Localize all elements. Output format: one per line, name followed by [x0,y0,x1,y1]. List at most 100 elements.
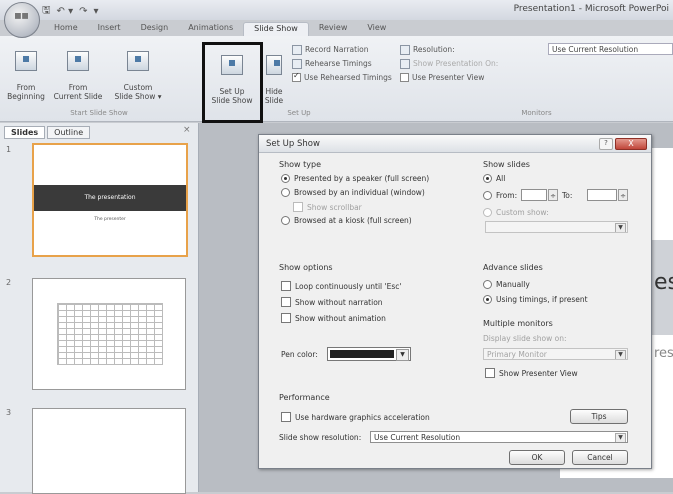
start-group-label: Start Slide Show [70,109,128,117]
advance-slides-heading: Advance slides [483,263,543,272]
hardware-acceleration-checkbox[interactable] [281,412,291,422]
setup-small-buttons: Record Narration Rehearse Timings Use Re… [292,44,392,83]
custom-show-dropdown[interactable]: ▼ [485,221,628,233]
use-rehearsed-check[interactable] [292,71,301,82]
slide-number: 2 [6,278,12,287]
all-slides-radio[interactable] [483,174,492,183]
no-narration-checkbox[interactable] [281,297,291,307]
show-scrollbar-checkbox[interactable] [293,202,303,212]
customize-qat-icon[interactable]: ▾ [94,6,99,17]
dialog-title-bar: Set Up Show ? X [259,135,651,153]
hide-slide-button[interactable]: Hide Slide [262,46,286,105]
resolution-dropdown[interactable]: Use Current Resolution [548,43,673,55]
record-narration-button[interactable]: Record Narration [292,44,392,55]
all-slides-label: All [496,174,506,183]
close-icon[interactable]: X [615,138,647,150]
slide-text-fragment: res [654,346,673,361]
tab-slide-show[interactable]: Slide Show [243,22,309,36]
use-presenter-view-checkbox[interactable]: Use Presenter View [400,72,498,83]
custom-show-radio[interactable] [483,208,492,217]
dialog-title: Set Up Show [266,139,320,149]
office-button[interactable] [4,2,40,38]
slide-thumbnail-1[interactable]: The presentation The presenter [32,143,188,257]
tips-button[interactable]: Tips [570,409,628,424]
microphone-icon [292,44,302,55]
window-title: Presentation1 - Microsoft PowerPoi [513,4,669,14]
undo-icon[interactable]: ↶ ▾ [57,6,74,17]
using-timings-option[interactable]: Using timings, if present [483,295,588,304]
tab-insert[interactable]: Insert [88,22,131,36]
presented-by-speaker-option[interactable]: Presented by a speaker (full screen) [281,174,429,183]
loop-checkbox[interactable] [281,281,291,291]
browsed-at-kiosk-option[interactable]: Browsed at a kiosk (full screen) [281,216,412,225]
tab-animations[interactable]: Animations [178,22,243,36]
manually-option[interactable]: Manually [483,280,530,289]
use-rehearsed-timings-checkbox[interactable]: Use Rehearsed Timings [292,71,392,83]
resolution-label: Resolution: [413,45,455,54]
tab-design[interactable]: Design [131,22,179,36]
browsed-by-individual-option[interactable]: Browsed by an individual (window) [281,188,425,197]
resolution-row: Slide show resolution: [279,433,361,442]
tab-view[interactable]: View [357,22,396,36]
show-scrollbar-option[interactable]: Show scrollbar [293,202,362,212]
all-slides-option[interactable]: All [483,174,505,183]
help-icon[interactable]: ? [599,138,613,150]
show-presenter-view-checkbox[interactable] [485,368,495,378]
slide1-subtitle: The presenter [94,217,126,222]
manually-radio[interactable] [483,280,492,289]
presented-radio[interactable] [281,174,290,183]
to-slide-input[interactable] [587,189,617,201]
tab-home[interactable]: Home [44,22,88,36]
redo-icon[interactable]: ↷ [79,6,87,17]
no-narration-option[interactable]: Show without narration [281,297,383,307]
cancel-button[interactable]: Cancel [572,450,628,465]
no-animation-checkbox[interactable] [281,313,291,323]
from-beginning-button[interactable]: From Beginning [4,42,48,101]
ok-button[interactable]: OK [509,450,565,465]
display-on-label: Display slide show on: [483,334,567,343]
hardware-acceleration-label: Use hardware graphics acceleration [295,412,430,422]
monitor-dropdown[interactable]: Primary Monitor ▼ [483,348,628,360]
custom-show-option[interactable]: Custom show: [483,208,549,217]
from-current-slide-button[interactable]: From Current Slide [52,42,104,101]
loop-option[interactable]: Loop continuously until 'Esc' [281,281,401,291]
save-icon[interactable]: 🖫 [42,3,51,20]
rehearse-timings-label: Rehearse Timings [305,59,372,68]
slide-show-resolution-dropdown[interactable]: Use Current Resolution ▼ [370,431,628,443]
chevron-down-icon: ▼ [615,350,626,359]
rehearse-timings-button[interactable]: Rehearse Timings [292,58,392,69]
from-label: From: [496,191,518,200]
tab-review[interactable]: Review [309,22,358,36]
hide-slide-icon [266,55,282,75]
show-on-label: Show Presentation On: [413,59,499,68]
slide1-title: The presentation [84,194,136,201]
slide-thumbnail-2[interactable] [32,278,186,390]
pen-color-swatch [330,350,394,358]
pane-close-icon[interactable]: × [183,125,191,135]
tab-slides[interactable]: Slides [4,126,46,139]
from-spinner[interactable]: ÷ [548,189,558,201]
highlight-box [202,42,263,123]
performance-heading: Performance [279,393,330,402]
pen-color-picker[interactable]: ▼ [327,347,411,361]
from-slides-option[interactable]: From: [483,191,517,200]
show-options-heading: Show options [279,263,333,272]
to-spinner[interactable]: ÷ [618,189,628,201]
hardware-acceleration-option[interactable]: Use hardware graphics acceleration [281,412,430,422]
no-animation-option[interactable]: Show without animation [281,313,386,323]
show-presenter-view-option[interactable]: Show Presenter View [485,368,578,378]
pen-color-label: Pen color: [281,350,318,359]
browsed-kiosk-radio[interactable] [281,216,290,225]
tab-outline[interactable]: Outline [47,126,91,139]
from-slide-input[interactable] [521,189,547,201]
browsed-individual-label: Browsed by an individual (window) [294,188,425,197]
monitor-value: Primary Monitor [487,350,547,359]
from-slides-radio[interactable] [483,191,492,200]
slide-thumbnail-3[interactable] [32,408,186,494]
using-timings-radio[interactable] [483,295,492,304]
browsed-individual-radio[interactable] [281,188,290,197]
display-on-label-row: Display slide show on: [483,334,567,343]
presenter-view-check[interactable] [400,73,409,82]
custom-slide-show-button[interactable]: Custom Slide Show ▾ [110,42,166,101]
slideshow-start-icon [15,51,37,71]
